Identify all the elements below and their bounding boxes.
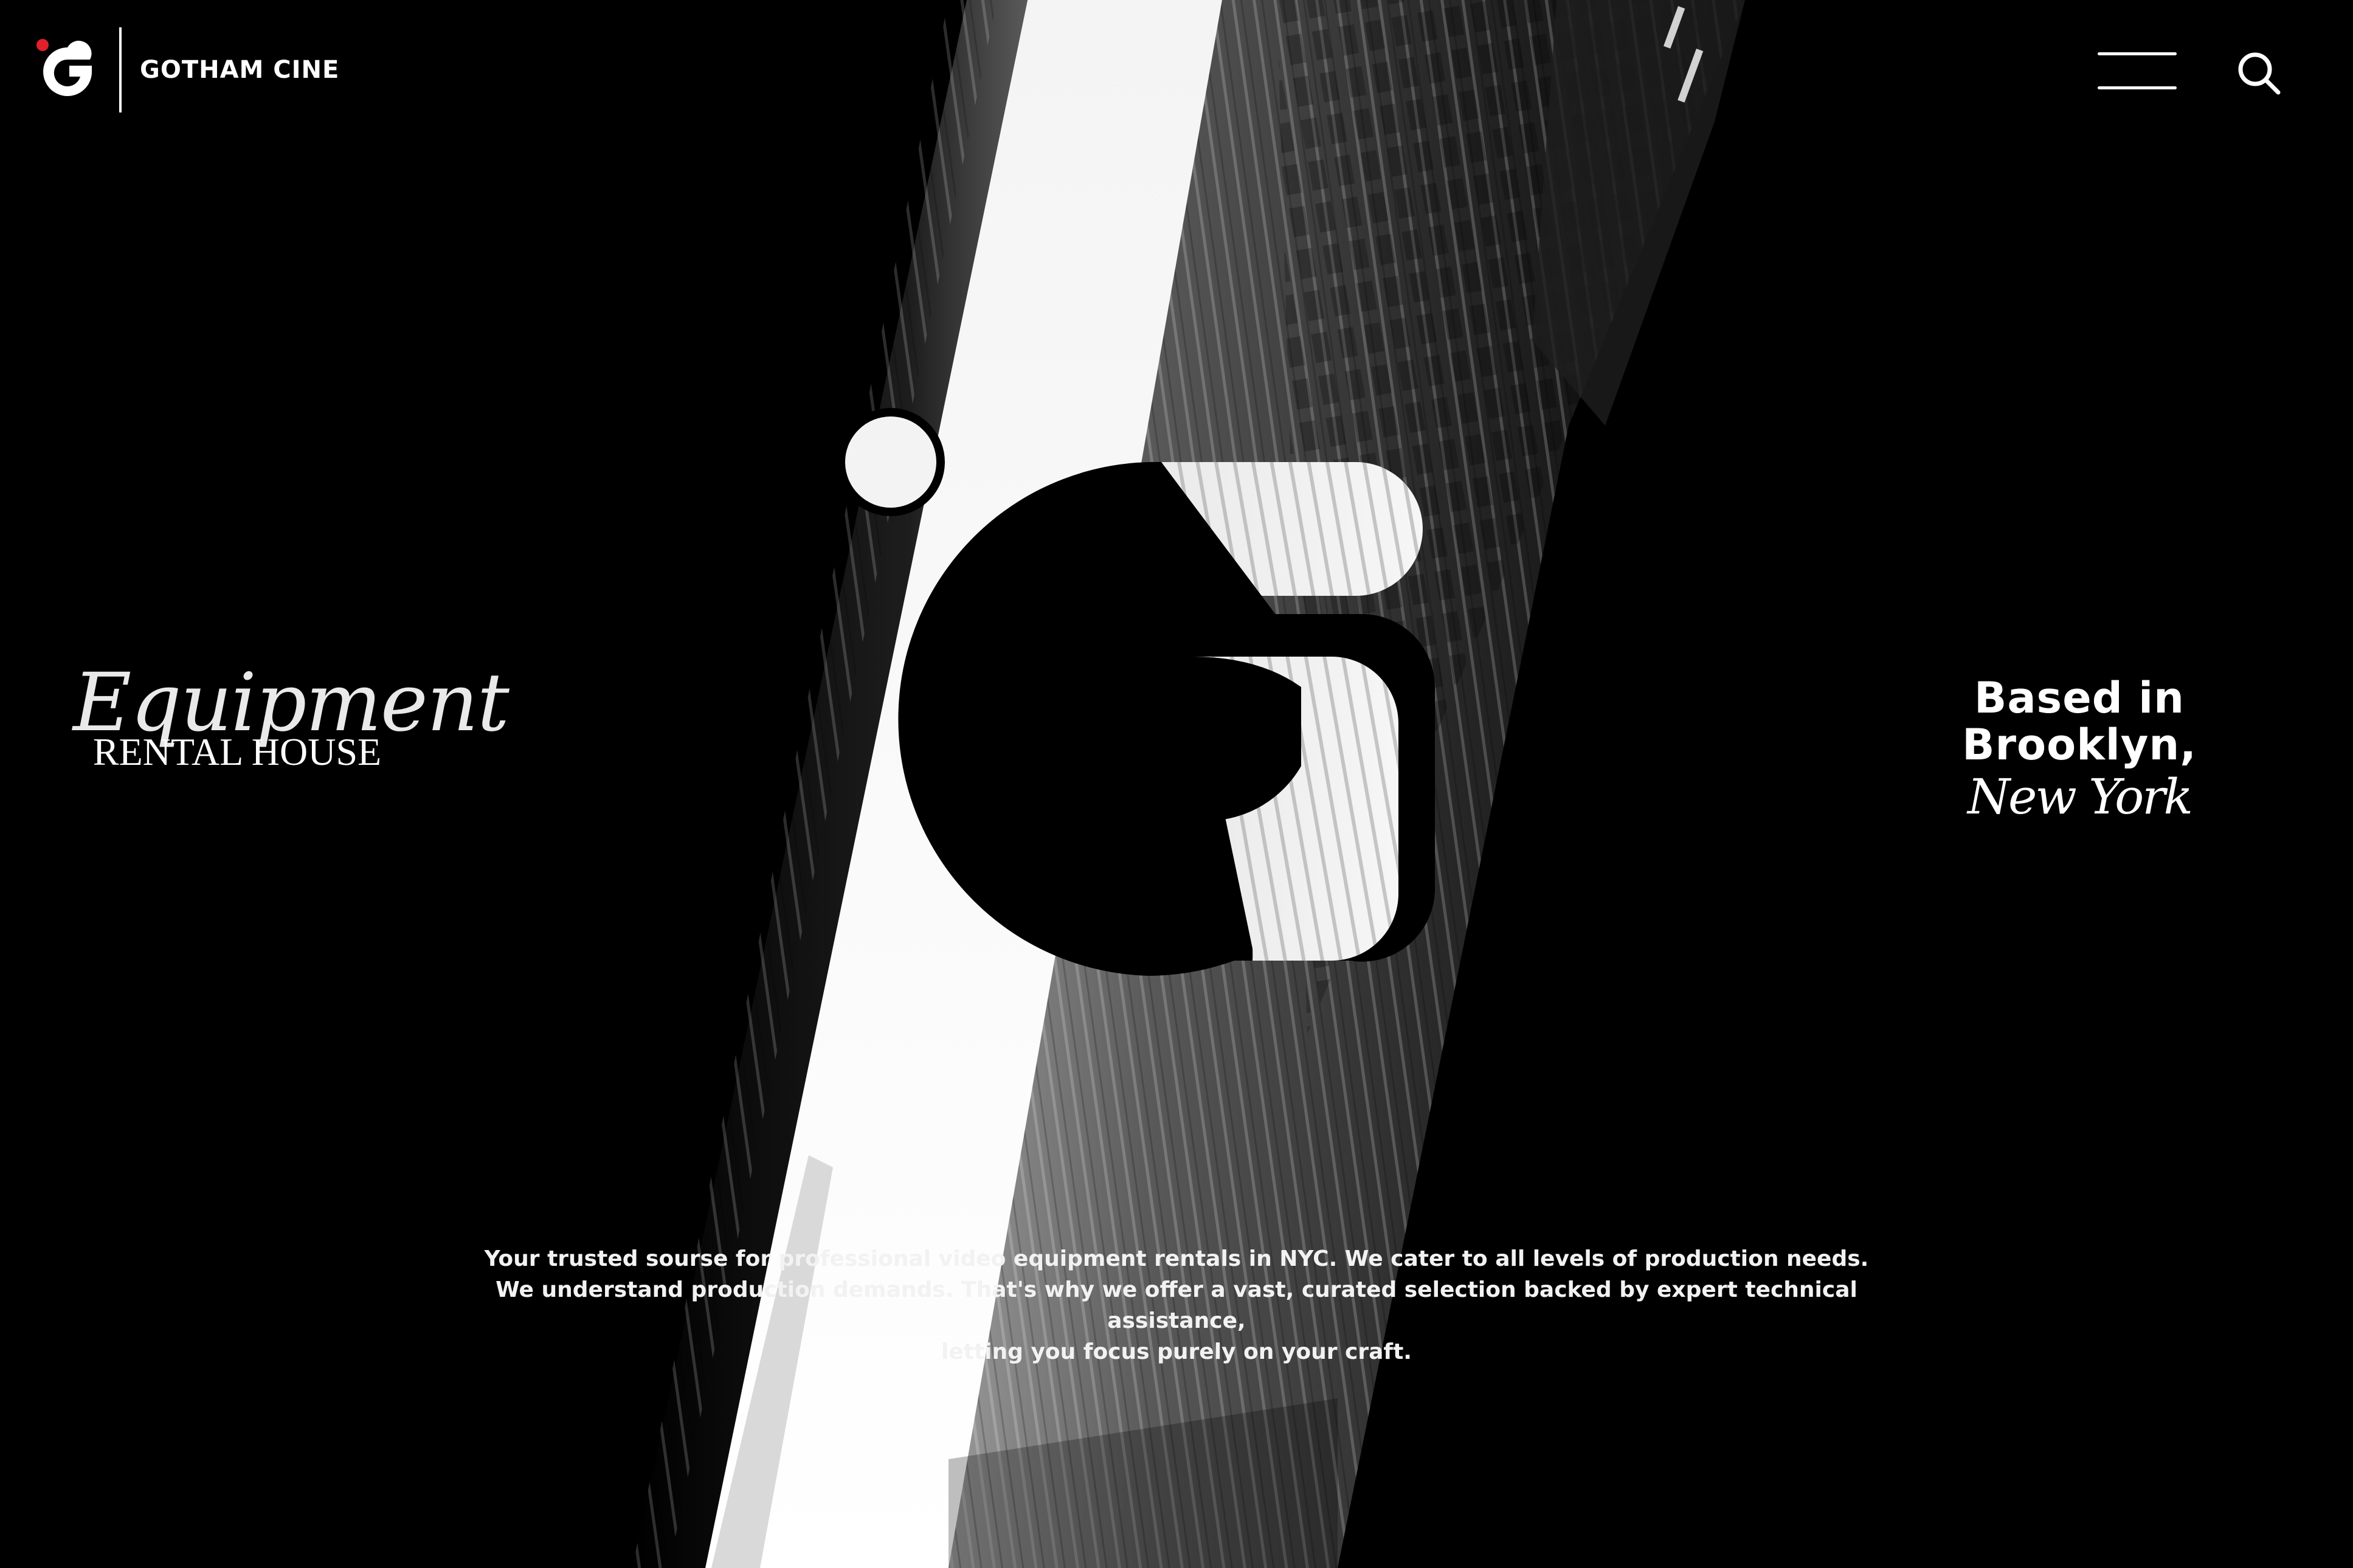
hero-tagline: Equipment RENTAL HOUSE [73, 663, 510, 775]
hero-page: GOTHAM CINE Equipment RENTAL HOUSE Based… [0, 0, 2353, 1568]
description-line: We understand production demands. That's… [496, 1277, 1857, 1333]
brand-mark-large [837, 408, 1436, 976]
brand-name: GOTHAM CINE [140, 56, 340, 84]
tagline-main-text: RENTAL HOUSE [92, 730, 382, 773]
brand-logo-link[interactable]: GOTHAM CINE [34, 24, 339, 116]
location-main-text: Based in Brooklyn, [1962, 673, 2197, 770]
hamburger-menu-icon[interactable] [2098, 52, 2177, 91]
hero-location: Based in Brooklyn, New York [1861, 673, 2298, 826]
location-script-text: New York [1968, 768, 2193, 825]
description-line: letting you focus purely on your craft. [941, 1339, 1412, 1364]
search-icon[interactable] [2234, 49, 2283, 97]
brand-logo-icon [36, 39, 92, 96]
brand-divider [119, 27, 122, 112]
description-line: Your trusted sourse for professional vid… [484, 1246, 1869, 1271]
hero-description: Your trusted sourse for professional vid… [426, 1243, 1927, 1367]
